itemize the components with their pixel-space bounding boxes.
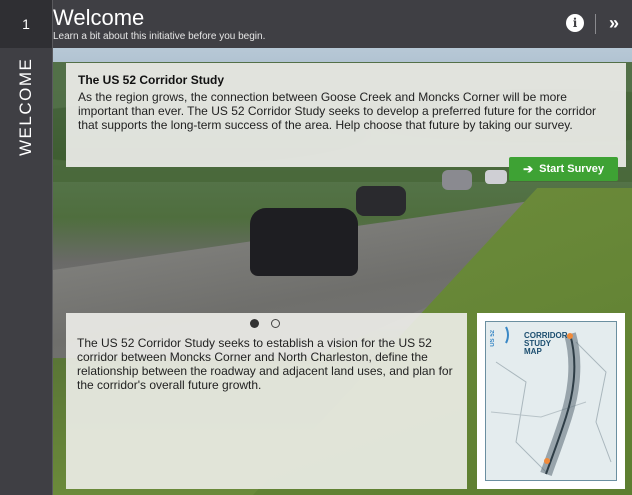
- map-thumbnail[interactable]: US 52 CORRIDOR STUDY MAP: [477, 313, 625, 489]
- car: [356, 186, 406, 216]
- map-title: CORRIDOR STUDY MAP: [524, 331, 568, 356]
- step-label: WELCOME: [16, 57, 35, 156]
- carousel-dot-1[interactable]: [250, 319, 259, 328]
- page-subtitle: Learn a bit about this initiative before…: [53, 31, 266, 42]
- description-body: The US 52 Corridor Study seeks to establ…: [77, 336, 453, 392]
- start-survey-label: Start Survey: [539, 163, 604, 175]
- corridor-map-image: US 52 CORRIDOR STUDY MAP: [485, 321, 617, 481]
- page-header: Welcome Learn a bit about this initiativ…: [53, 0, 632, 48]
- header-divider: [595, 14, 596, 34]
- intro-title: The US 52 Corridor Study: [78, 73, 225, 87]
- page-title: Welcome: [53, 5, 145, 30]
- carousel-dot-2[interactable]: [271, 319, 280, 328]
- description-card: The US 52 Corridor Study seeks to establ…: [66, 313, 467, 489]
- car: [485, 170, 507, 184]
- step-number: 1: [0, 0, 52, 48]
- arrow-right-icon: ➔: [523, 162, 534, 176]
- car: [442, 170, 472, 190]
- step-rail: 1 WELCOME: [0, 0, 52, 495]
- car: [250, 208, 358, 276]
- intro-card: The US 52 Corridor Study As the region g…: [66, 63, 626, 167]
- intro-body: As the region grows, the connection betw…: [78, 90, 597, 132]
- info-icon[interactable]: i: [566, 14, 584, 32]
- start-survey-button[interactable]: ➔ Start Survey: [509, 157, 618, 181]
- double-chevron-right-icon[interactable]: »: [602, 10, 626, 36]
- map-side-label: US 52: [490, 330, 496, 347]
